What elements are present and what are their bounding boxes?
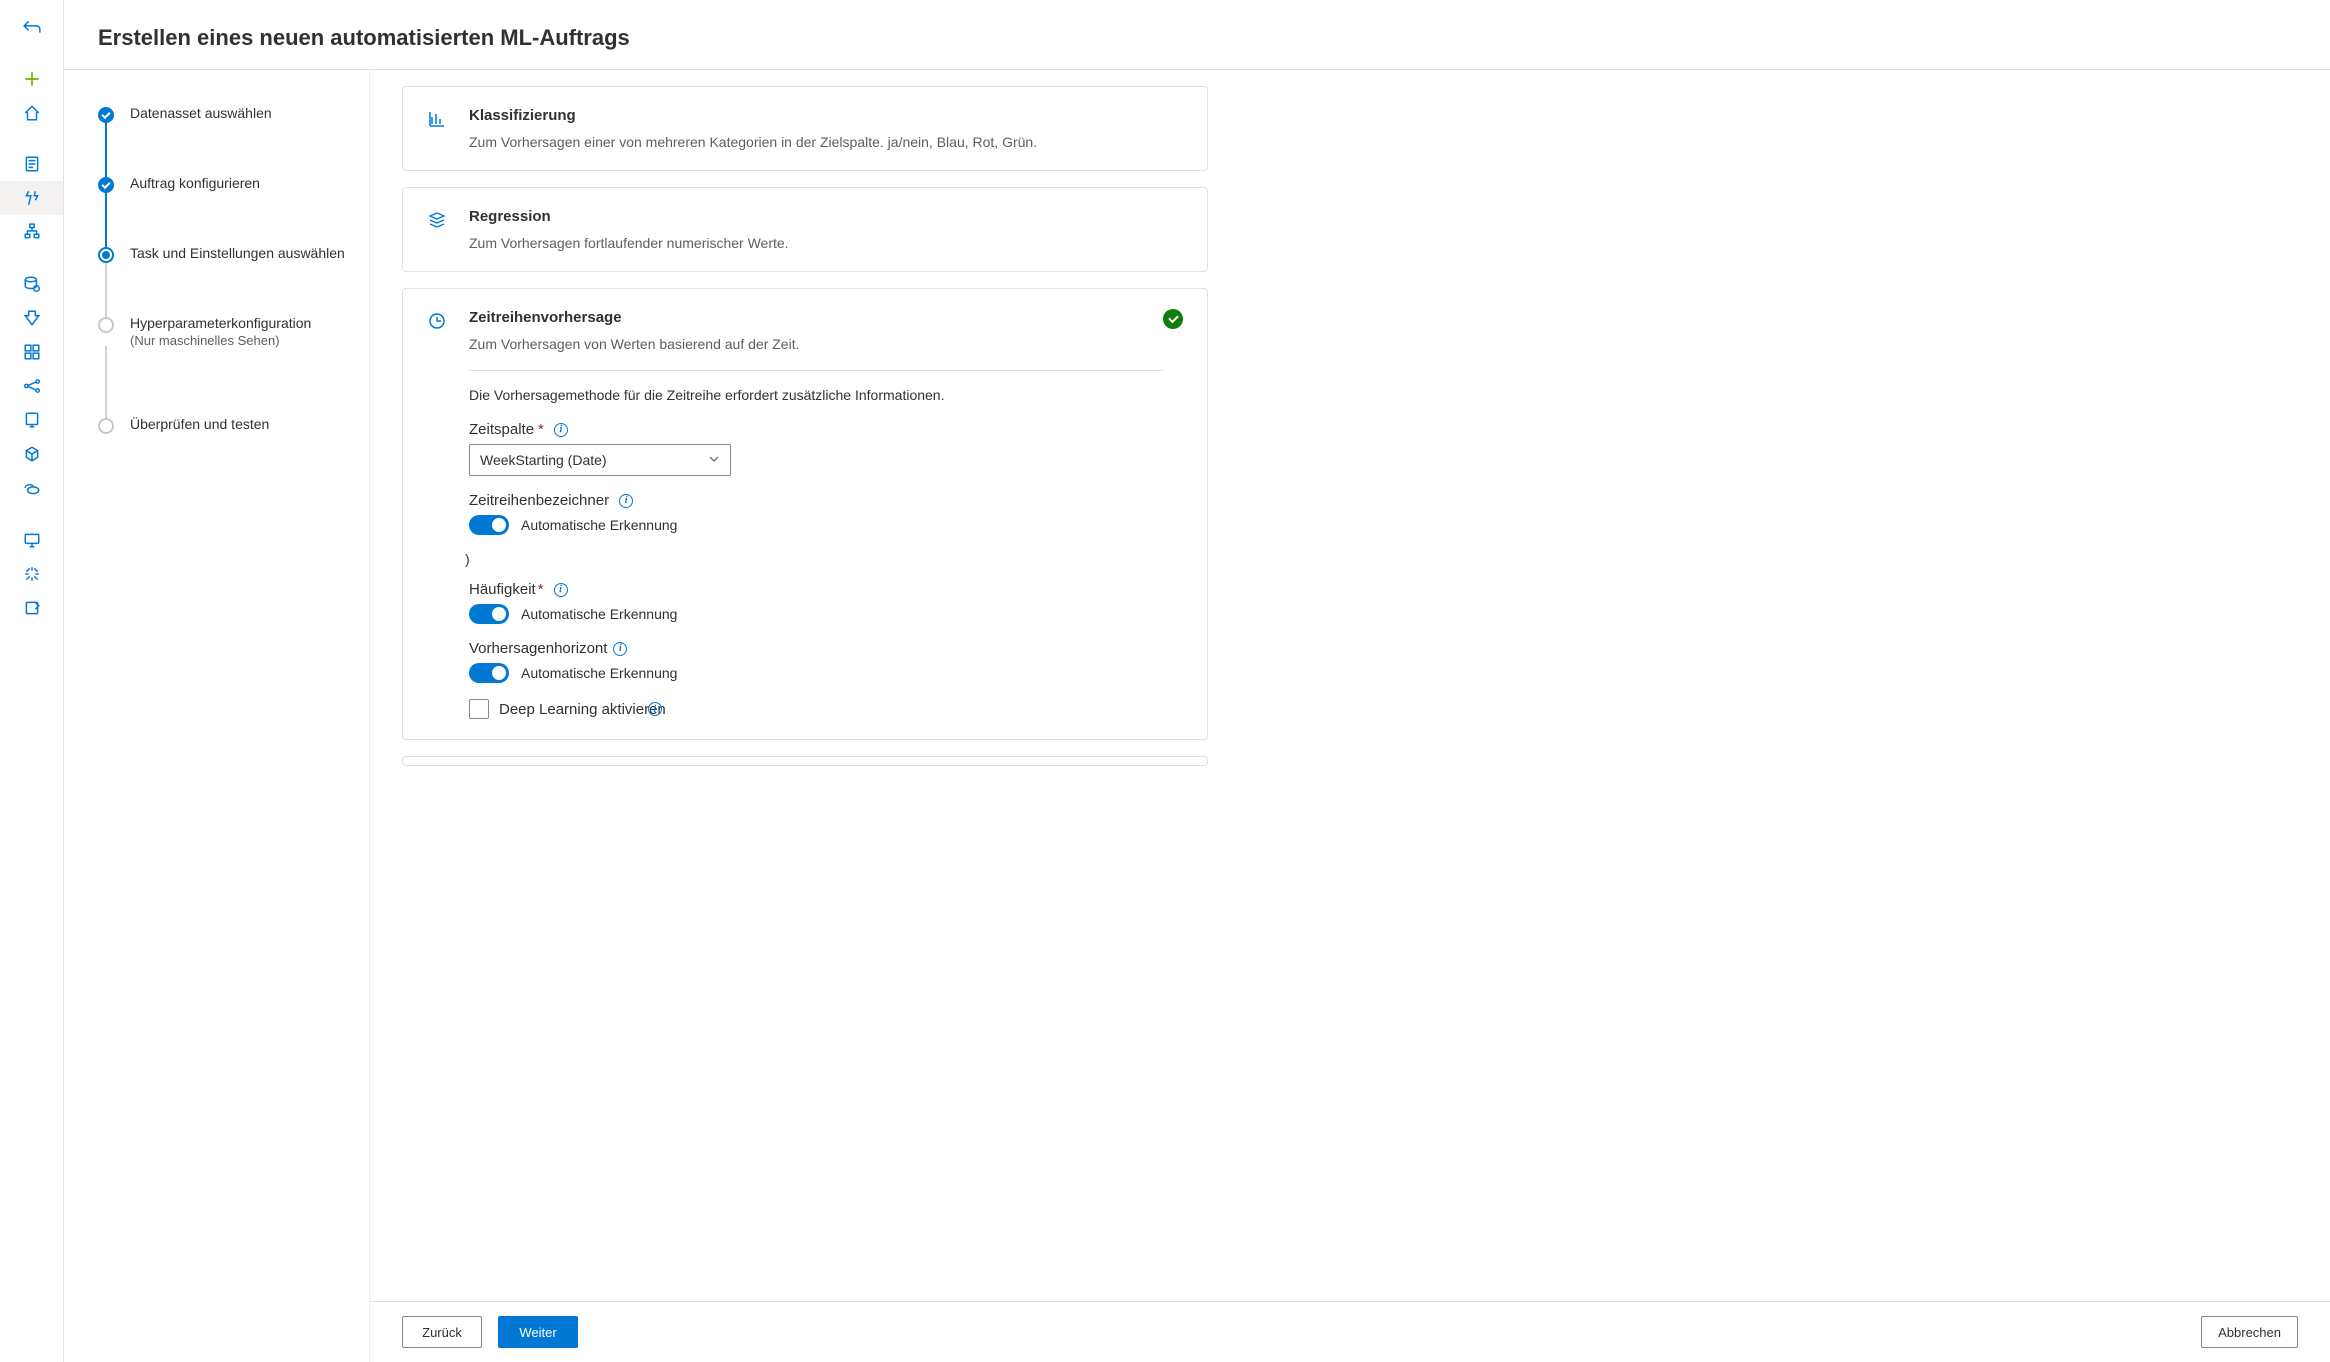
classification-icon [427,107,451,150]
deep-learning-checkbox[interactable] [469,699,489,719]
regression-desc: Zum Vorhersagen fortlaufender numerische… [469,235,1183,251]
cancel-button[interactable]: Abbrechen [2201,1316,2298,1348]
rail-environments-icon[interactable] [0,471,63,505]
back-button[interactable]: Zurück [402,1316,482,1348]
rail-data-icon[interactable] [0,267,63,301]
info-icon[interactable]: i [648,702,662,716]
step-review[interactable]: Überprüfen und testen [98,416,349,434]
step-hyperparameter[interactable]: Hyperparameterkonfiguration (Nur maschin… [98,315,349,348]
step-task-settings[interactable]: Task und Einstellungen auswählen [98,245,349,263]
left-rail [0,0,64,1362]
task-card-classification[interactable]: Klassifizierung Zum Vorhersagen einer vo… [402,86,1208,171]
classification-desc: Zum Vorhersagen einer von mehreren Kateg… [469,134,1183,150]
footer: Zurück Weiter Abbrechen [370,1301,2330,1362]
info-icon[interactable]: i [619,494,633,508]
info-icon[interactable]: i [554,583,568,597]
next-button[interactable]: Weiter [498,1316,578,1348]
steps-sidebar: Datenasset auswählen Auftrag konfigurier… [64,70,370,1362]
step-configure-job[interactable]: Auftrag konfigurieren [98,175,349,193]
required-indicator: * [538,581,544,598]
deep-learning-label: Deep Learning aktivieren [499,701,666,718]
rail-home-icon[interactable] [0,96,63,130]
timeseries-desc: Zum Vorhersagen von Werten basierend auf… [469,336,1163,352]
time-column-select[interactable]: WeekStarting (Date) [469,444,731,476]
required-indicator: * [538,421,544,438]
rail-components-icon[interactable] [0,335,63,369]
rail-new-icon[interactable] [0,62,63,96]
rail-compute-icon[interactable] [0,403,63,437]
ts-id-label: Zeitreihenbezeichner [469,492,609,509]
rail-models-icon[interactable] [0,437,63,471]
page-title: Erstellen eines neuen automatisierten ML… [98,25,2330,51]
stray-text: ) [465,551,1163,567]
frequency-toggle-label: Automatische Erkennung [521,606,677,622]
rail-notebooks-icon[interactable] [0,147,63,181]
horizon-toggle-label: Automatische Erkennung [521,665,677,681]
selected-check-icon [1163,309,1183,329]
step-data-asset[interactable]: Datenasset auswählen [98,105,349,123]
horizon-label: Vorhersagenhorizont [469,640,607,657]
rail-pipelines-icon[interactable] [0,215,63,249]
task-card-regression[interactable]: Regression Zum Vorhersagen fortlaufender… [402,187,1208,272]
task-card-timeseries[interactable]: Zeitreihenvorhersage Zum Vorhersagen von… [402,288,1208,740]
regression-icon [427,208,451,251]
regression-title: Regression [469,208,1183,225]
classification-title: Klassifizierung [469,107,1183,124]
info-icon[interactable]: i [613,642,627,656]
time-column-label: Zeitspalte [469,421,534,438]
rail-linked-icon[interactable] [0,557,63,591]
ts-id-toggle-label: Automatische Erkennung [521,517,677,533]
chevron-down-icon [708,452,720,468]
rail-back-icon[interactable] [0,10,63,44]
rail-endpoints-icon[interactable] [0,369,63,403]
rail-monitor-icon[interactable] [0,523,63,557]
task-card-next[interactable] [402,756,1208,766]
frequency-toggle[interactable] [469,604,509,624]
rail-jobs-icon[interactable] [0,301,63,335]
page-header: Erstellen eines neuen automatisierten ML… [64,0,2330,70]
timeseries-extra-info: Die Vorhersagemethode für die Zeitreihe … [469,387,1163,403]
horizon-toggle[interactable] [469,663,509,683]
info-icon[interactable]: i [554,423,568,437]
rail-labeling-icon[interactable] [0,591,63,625]
timeseries-icon [427,309,451,719]
ts-id-toggle[interactable] [469,515,509,535]
timeseries-title: Zeitreihenvorhersage [469,309,1163,326]
frequency-label: Häufigkeit [469,581,536,598]
rail-automl-icon[interactable] [0,181,63,215]
